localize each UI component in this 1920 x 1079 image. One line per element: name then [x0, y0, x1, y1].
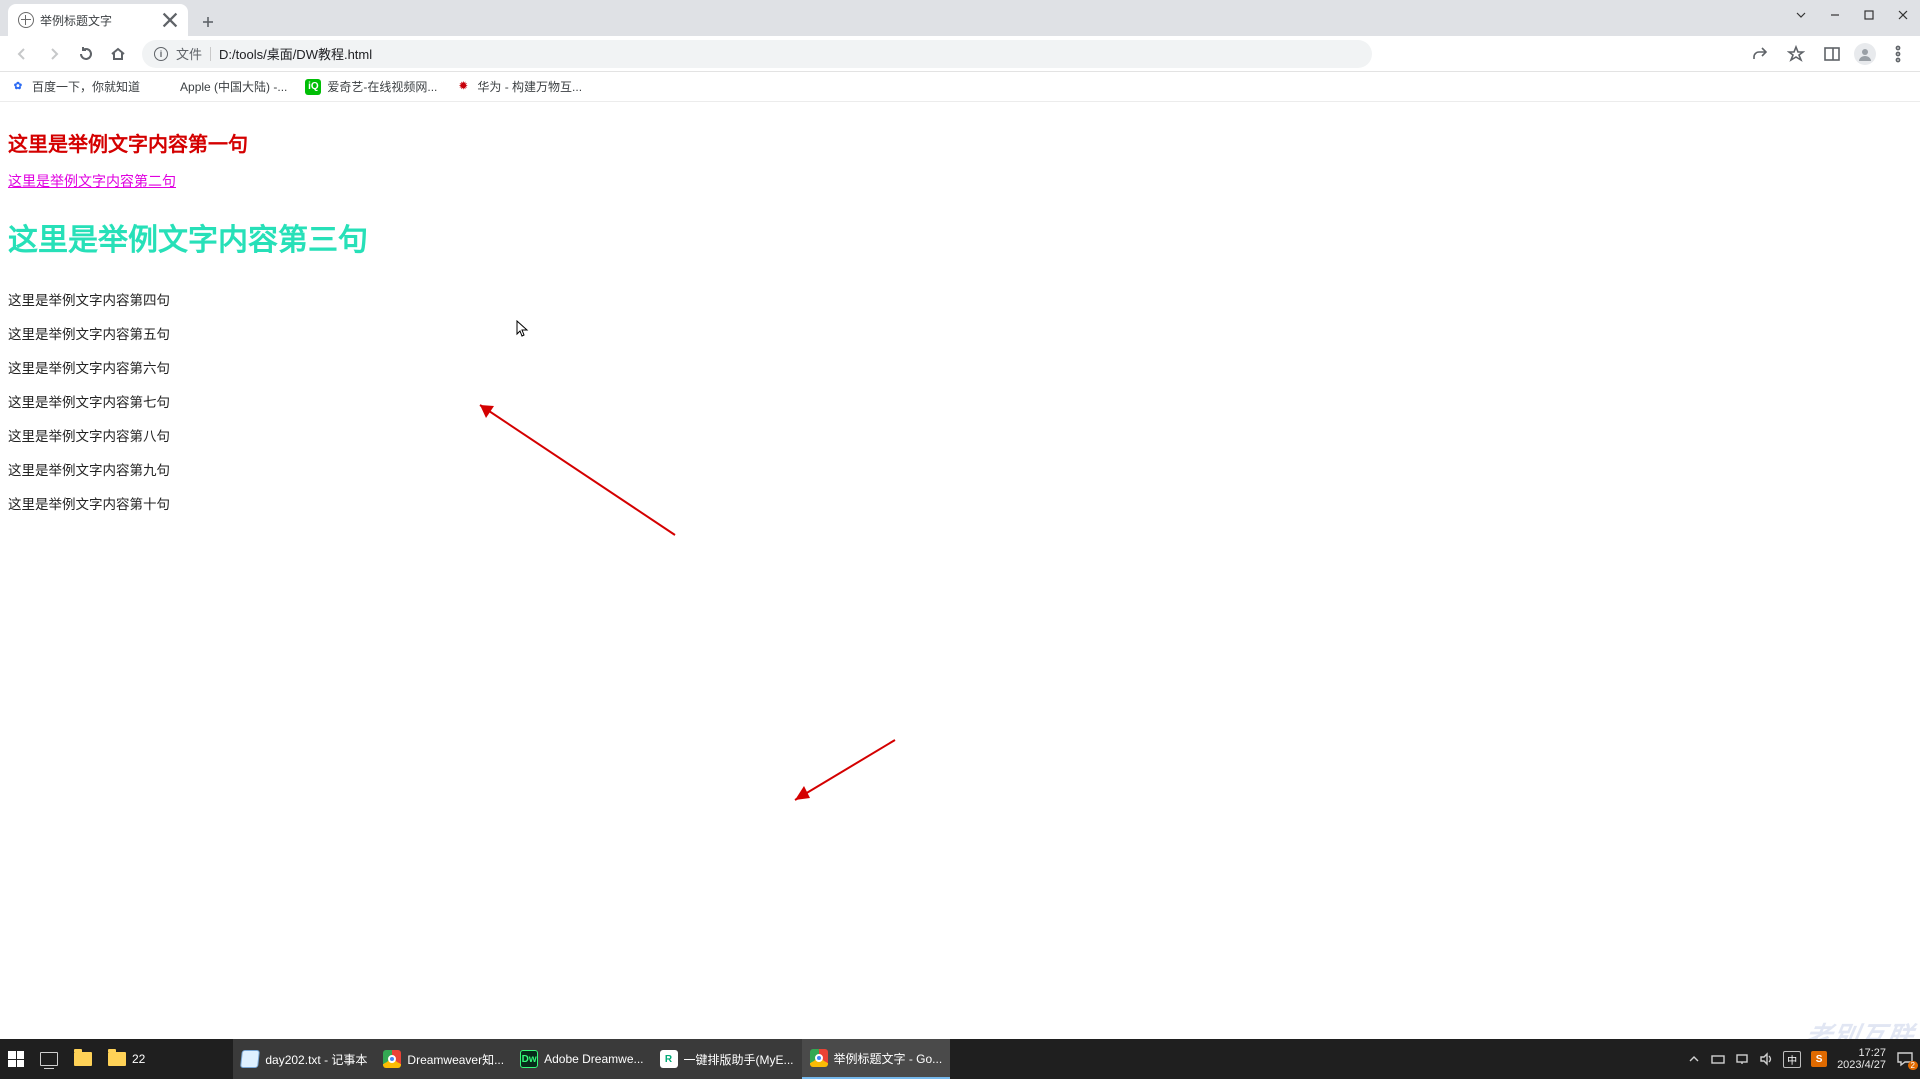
profile-avatar[interactable]: [1854, 43, 1876, 65]
bookmark-label: 百度一下，你就知道: [32, 78, 140, 95]
clock-time: 17:27: [1837, 1047, 1886, 1059]
huawei-icon: ✹: [455, 79, 471, 95]
address-bar[interactable]: i 文件 D:/tools/桌面/DW教程.html: [142, 40, 1372, 68]
folder-icon: [108, 1052, 126, 1066]
new-tab-button[interactable]: [194, 8, 222, 36]
taskbar-label: 一键排版助手(MyE...: [684, 1051, 794, 1068]
bookmark-apple[interactable]: Apple (中国大陆) -...: [158, 78, 287, 95]
content-line: 这里是举例文字内容第七句: [8, 391, 1912, 411]
content-line-2[interactable]: 这里是举例文字内容第二句: [8, 171, 1912, 191]
close-window-button[interactable]: [1886, 0, 1920, 30]
tab-search-button[interactable]: [1784, 0, 1818, 30]
browser-tab[interactable]: 举例标题文字: [8, 4, 188, 36]
taskbar-label: Dreamweaver知...: [407, 1051, 504, 1068]
content-line-3: 这里是举例文字内容第三句: [8, 215, 1912, 259]
site-info-icon[interactable]: i: [154, 47, 168, 61]
notepad-icon: [240, 1050, 260, 1068]
url-text: D:/tools/桌面/DW教程.html: [219, 44, 372, 63]
content-line: 这里是举例文字内容第四句: [8, 289, 1912, 309]
folder-icon: [74, 1052, 92, 1066]
baidu-icon: ✿: [10, 79, 26, 95]
bookmark-label: 爱奇艺-在线视频网...: [327, 78, 437, 95]
window-controls: [1784, 0, 1920, 30]
browser-tabstrip: 举例标题文字: [0, 0, 1920, 36]
browser-toolbar: i 文件 D:/tools/桌面/DW教程.html: [0, 36, 1920, 72]
globe-icon: [18, 12, 34, 28]
windows-logo-icon: [8, 1051, 24, 1067]
content-line: 这里是举例文字内容第九句: [8, 459, 1912, 479]
bookmark-label: Apple (中国大陆) -...: [180, 78, 287, 95]
url-scheme-label: 文件: [176, 44, 202, 63]
tray-volume-icon[interactable]: [1759, 1052, 1773, 1066]
content-line-1: 这里是举例文字内容第一句: [8, 128, 1912, 157]
tray-sogou-icon[interactable]: S: [1811, 1051, 1827, 1067]
clock-date: 2023/4/27: [1837, 1059, 1886, 1071]
chrome-icon: [383, 1050, 401, 1068]
bookmark-label: 华为 - 构建万物互...: [477, 78, 582, 95]
app-r-icon: R: [660, 1050, 678, 1068]
task-view-icon: [40, 1052, 58, 1066]
bookmark-iqiyi[interactable]: iQ 爱奇艺-在线视频网...: [305, 78, 437, 95]
dreamweaver-icon: Dw: [520, 1050, 538, 1068]
taskbar-label: Adobe Dreamwe...: [544, 1052, 643, 1066]
chrome-icon: [810, 1049, 828, 1067]
taskbar-clock[interactable]: 17:27 2023/4/27: [1837, 1047, 1886, 1071]
chrome-menu-icon[interactable]: [1884, 40, 1912, 68]
tab-close-icon[interactable]: [162, 12, 178, 28]
content-line: 这里是举例文字内容第八句: [8, 425, 1912, 445]
bookmark-baidu[interactable]: ✿ 百度一下，你就知道: [10, 78, 140, 95]
taskbar-app-notepad[interactable]: day202.txt - 记事本: [233, 1039, 375, 1079]
notification-badge: 2: [1908, 1061, 1918, 1070]
home-button[interactable]: [104, 40, 132, 68]
mouse-cursor-icon: [516, 320, 530, 343]
action-center-button[interactable]: 2: [1896, 1051, 1914, 1067]
tray-overflow-icon[interactable]: [1687, 1052, 1701, 1066]
content-line: 这里是举例文字内容第六句: [8, 357, 1912, 377]
forward-button[interactable]: [40, 40, 68, 68]
reload-button[interactable]: [72, 40, 100, 68]
bookmarks-bar: ✿ 百度一下，你就知道 Apple (中国大陆) -... iQ 爱奇艺-在线视…: [0, 72, 1920, 102]
task-view-button[interactable]: [32, 1039, 66, 1079]
windows-taskbar: 22 day202.txt - 记事本 Dreamweaver知... Dw A…: [0, 1039, 1920, 1079]
maximize-button[interactable]: [1852, 0, 1886, 30]
annotation-arrow-icon: [780, 730, 910, 810]
apple-icon: [158, 79, 174, 95]
bookmark-huawei[interactable]: ✹ 华为 - 构建万物互...: [455, 78, 582, 95]
file-explorer-pinned[interactable]: [66, 1039, 100, 1079]
taskbar-label: 22: [132, 1052, 145, 1066]
bookmark-star-icon[interactable]: [1782, 40, 1810, 68]
taskbar-app-typeset[interactable]: R 一键排版助手(MyE...: [652, 1039, 802, 1079]
taskbar-folder-22[interactable]: 22: [100, 1039, 153, 1079]
content-line: 这里是举例文字内容第五句: [8, 323, 1912, 343]
taskbar-app-chrome-1[interactable]: Dreamweaver知...: [375, 1039, 512, 1079]
start-button[interactable]: [0, 1039, 32, 1079]
content-line: 这里是举例文字内容第十句: [8, 493, 1912, 513]
share-icon[interactable]: [1746, 40, 1774, 68]
tray-keyboard-icon[interactable]: [1711, 1052, 1725, 1066]
taskbar-label: day202.txt - 记事本: [265, 1051, 367, 1068]
tray-network-icon[interactable]: [1735, 1052, 1749, 1066]
tab-title: 举例标题文字: [40, 12, 156, 29]
iqiyi-icon: iQ: [305, 79, 321, 95]
ime-indicator[interactable]: 中: [1783, 1051, 1801, 1068]
minimize-button[interactable]: [1818, 0, 1852, 30]
page-content: 这里是举例文字内容第一句 这里是举例文字内容第二句 这里是举例文字内容第三句 这…: [0, 102, 1920, 535]
back-button[interactable]: [8, 40, 36, 68]
taskbar-label: 举例标题文字 - Go...: [834, 1050, 943, 1067]
taskbar-app-chrome-active[interactable]: 举例标题文字 - Go...: [802, 1039, 951, 1079]
taskbar-app-dreamweaver[interactable]: Dw Adobe Dreamwe...: [512, 1039, 651, 1079]
side-panel-icon[interactable]: [1818, 40, 1846, 68]
